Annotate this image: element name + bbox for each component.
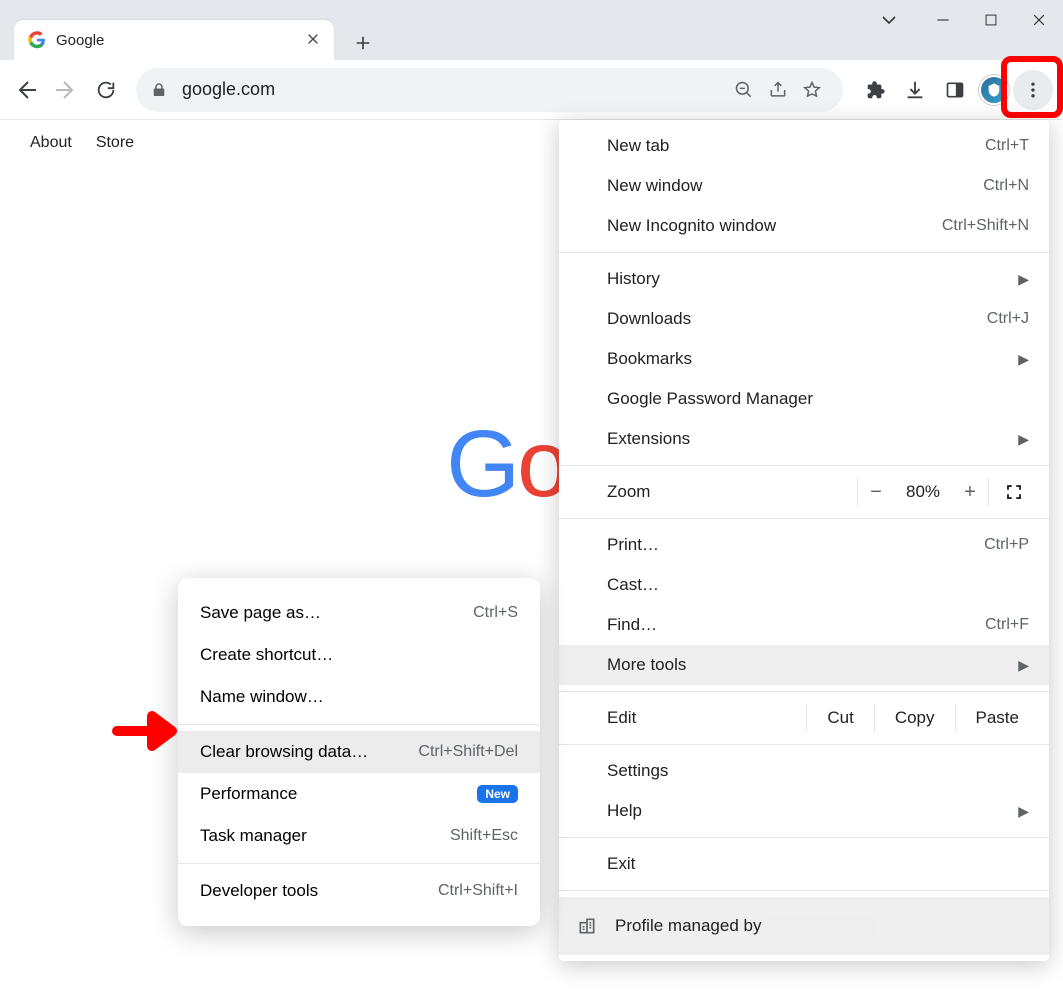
submenu-save-page-as[interactable]: Save page as…Ctrl+S bbox=[178, 592, 540, 634]
edit-copy-button[interactable]: Copy bbox=[875, 708, 955, 728]
menu-print[interactable]: Print…Ctrl+P bbox=[559, 525, 1049, 565]
titlebar: Google bbox=[0, 0, 1063, 60]
more-menu-button[interactable] bbox=[1013, 70, 1053, 110]
building-icon bbox=[577, 916, 601, 936]
submenu-create-shortcut[interactable]: Create shortcut… bbox=[178, 634, 540, 676]
submenu-developer-tools[interactable]: Developer toolsCtrl+Shift+I bbox=[178, 870, 540, 912]
side-panel-icon[interactable] bbox=[935, 70, 975, 110]
window-controls bbox=[865, 0, 1063, 40]
zoom-minus-button[interactable]: − bbox=[858, 481, 894, 504]
store-link[interactable]: Store bbox=[96, 134, 134, 152]
submenu-clear-browsing-data[interactable]: Clear browsing data…Ctrl+Shift+Del bbox=[178, 731, 540, 773]
submenu-performance[interactable]: PerformanceNew bbox=[178, 773, 540, 815]
minimize-button[interactable] bbox=[919, 0, 967, 40]
address-bar[interactable]: google.com bbox=[136, 68, 843, 112]
extensions-puzzle-icon[interactable] bbox=[855, 70, 895, 110]
lock-icon[interactable] bbox=[150, 81, 168, 99]
menu-new-tab[interactable]: New tabCtrl+T bbox=[559, 126, 1049, 166]
menu-find[interactable]: Find…Ctrl+F bbox=[559, 605, 1049, 645]
menu-settings[interactable]: Settings bbox=[559, 751, 1049, 791]
menu-exit[interactable]: Exit bbox=[559, 844, 1049, 884]
zoom-plus-button[interactable]: + bbox=[952, 481, 988, 504]
chevron-right-icon: ▶ bbox=[1018, 431, 1029, 448]
new-tab-button[interactable] bbox=[346, 26, 380, 60]
maximize-button[interactable] bbox=[967, 0, 1015, 40]
redacted-text bbox=[767, 915, 877, 937]
downloads-icon[interactable] bbox=[895, 70, 935, 110]
menu-more-tools[interactable]: More tools▶ bbox=[559, 645, 1049, 685]
menu-new-window[interactable]: New windowCtrl+N bbox=[559, 166, 1049, 206]
menu-profile-managed: Profile managed by bbox=[559, 897, 1049, 955]
menu-downloads[interactable]: DownloadsCtrl+J bbox=[559, 299, 1049, 339]
tab-strip: Google bbox=[0, 0, 380, 60]
close-window-button[interactable] bbox=[1015, 0, 1063, 40]
bookmark-star-icon[interactable] bbox=[795, 73, 829, 107]
reload-button[interactable] bbox=[86, 70, 126, 110]
tab-search-button[interactable] bbox=[865, 0, 913, 40]
tab-title: Google bbox=[56, 32, 306, 49]
menu-extensions[interactable]: Extensions▶ bbox=[559, 419, 1049, 459]
back-button[interactable] bbox=[6, 70, 46, 110]
menu-new-incognito[interactable]: New Incognito windowCtrl+Shift+N bbox=[559, 206, 1049, 246]
edit-cut-button[interactable]: Cut bbox=[807, 708, 873, 728]
about-link[interactable]: About bbox=[30, 134, 72, 152]
profile-avatar[interactable] bbox=[979, 75, 1009, 105]
menu-bookmarks[interactable]: Bookmarks▶ bbox=[559, 339, 1049, 379]
tab-close-icon[interactable] bbox=[306, 32, 322, 48]
chevron-right-icon: ▶ bbox=[1018, 803, 1029, 820]
menu-zoom: Zoom − 80% + bbox=[559, 472, 1049, 512]
menu-cast[interactable]: Cast… bbox=[559, 565, 1049, 605]
google-nav: About Store bbox=[30, 134, 134, 152]
chevron-right-icon: ▶ bbox=[1018, 657, 1029, 674]
new-badge: New bbox=[477, 785, 518, 803]
submenu-name-window[interactable]: Name window… bbox=[178, 676, 540, 718]
zoom-out-icon[interactable] bbox=[727, 73, 761, 107]
browser-tab[interactable]: Google bbox=[14, 20, 334, 60]
more-tools-submenu: Save page as…Ctrl+S Create shortcut… Nam… bbox=[178, 578, 540, 926]
url-text: google.com bbox=[182, 79, 727, 100]
toolbar: google.com bbox=[0, 60, 1063, 120]
menu-help[interactable]: Help▶ bbox=[559, 791, 1049, 831]
share-icon[interactable] bbox=[761, 73, 795, 107]
menu-history[interactable]: History▶ bbox=[559, 259, 1049, 299]
chevron-right-icon: ▶ bbox=[1018, 271, 1029, 288]
submenu-task-manager[interactable]: Task managerShift+Esc bbox=[178, 815, 540, 857]
chevron-right-icon: ▶ bbox=[1018, 351, 1029, 368]
menu-edit: Edit Cut Copy Paste bbox=[559, 698, 1049, 738]
chrome-menu: New tabCtrl+T New windowCtrl+N New Incog… bbox=[559, 120, 1049, 961]
forward-button[interactable] bbox=[46, 70, 86, 110]
menu-password-manager[interactable]: Google Password Manager bbox=[559, 379, 1049, 419]
fullscreen-button[interactable] bbox=[989, 483, 1039, 501]
edit-paste-button[interactable]: Paste bbox=[956, 708, 1039, 728]
google-favicon bbox=[28, 31, 46, 49]
zoom-value: 80% bbox=[894, 482, 952, 502]
